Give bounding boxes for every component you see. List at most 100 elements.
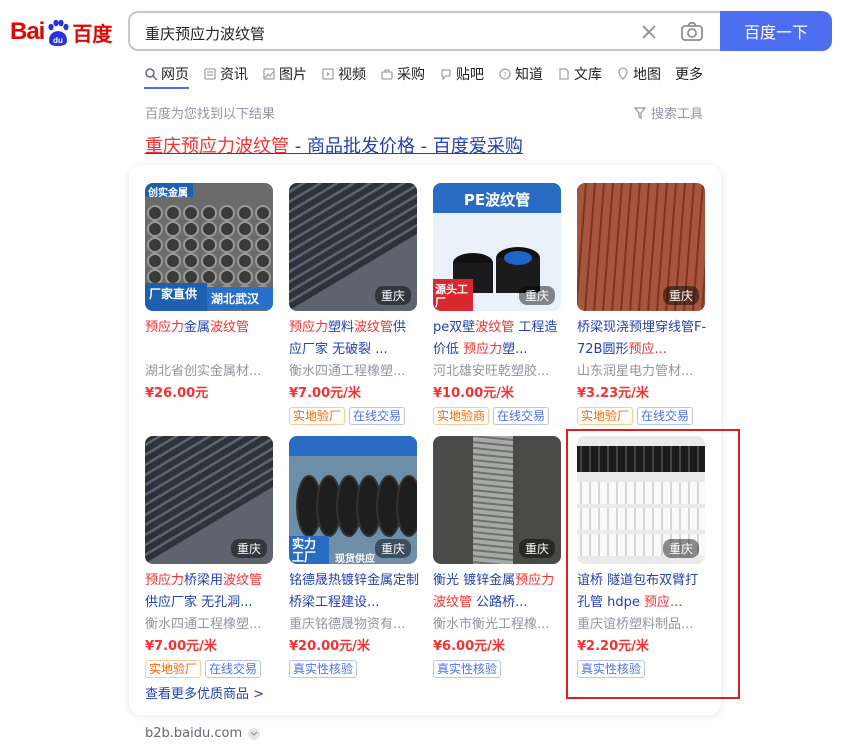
location-badge: 重庆 <box>662 286 699 305</box>
trust-badge[interactable]: 真实性核验 <box>433 660 502 678</box>
result-title-rest: - 商品批发价格 - 百度爱采购 <box>289 136 523 157</box>
trust-badge[interactable]: 真实性核验 <box>289 660 358 678</box>
product-price: ¥3.23元/米 <box>577 386 649 401</box>
trust-badge[interactable]: 实地验厂 <box>145 660 202 678</box>
product-item[interactable]: PE波纹管 源头工厂 重庆 pe双壁波纹管 工程造价低 预应力塑... 河北雄安旺乾塑胶… <box>433 183 563 425</box>
search-button[interactable]: 百度一下 <box>720 11 832 51</box>
product-title-segment: 波纹管 <box>210 320 250 335</box>
badge-row: 实地验商 在线交易 <box>433 407 563 425</box>
search-query[interactable]: 重庆预应力波纹管 <box>145 23 265 44</box>
search-input[interactable]: 重庆预应力波纹管 <box>128 11 720 51</box>
tab-label: 采购 <box>397 67 425 83</box>
logo-text-bai: Bai <box>10 18 45 45</box>
product-title[interactable]: 铭德晟热镀锌金属定制 桥梁工程建设... <box>289 570 419 614</box>
tab-4[interactable]: 采购 <box>380 63 425 85</box>
tab-0[interactable]: 网页 <box>144 63 189 89</box>
trust-badge[interactable]: 实地验厂 <box>577 407 634 425</box>
product-item[interactable]: 实力工厂 现货供应 重庆 铭德晟热镀锌金属定制 桥梁工程建设... 重庆铭德晟物资有..… <box>289 436 419 678</box>
shop-name[interactable]: 衡水四通工程橡塑... <box>289 361 419 383</box>
product-price: ¥7.00元/米 <box>145 639 217 654</box>
product-image[interactable]: PE波纹管 源头工厂 重庆 <box>433 183 561 311</box>
product-image[interactable]: 实力工厂 现货供应 重庆 <box>289 436 417 564</box>
image-overlay-text: 湖北武汉 <box>211 292 260 306</box>
tab-5[interactable]: 贴吧 <box>439 63 484 85</box>
product-item[interactable]: 重庆衡光 镀锌金属预应力波纹管 公路桥... 衡水市衡光工程橡... ¥6.00元/… <box>433 436 563 678</box>
product-title[interactable]: 预应力金属波纹管 <box>145 317 275 361</box>
tab-6[interactable]: ? 知道 <box>498 63 543 85</box>
product-title-segment: 预应力 <box>145 320 185 335</box>
trust-badge[interactable]: 在线交易 <box>493 407 550 425</box>
tab-label: 贴吧 <box>456 67 484 83</box>
more-products-link[interactable]: 查看更多优质商品 > <box>145 683 264 702</box>
product-title-segment: 预应力 <box>463 342 503 357</box>
product-item[interactable]: 重庆预应力塑料波纹管供应厂家 无破裂 ... 衡水四通工程橡塑... ¥7.00元/… <box>289 183 419 425</box>
location-badge: 重庆 <box>518 286 555 305</box>
product-item[interactable]: 创实金属 厂家直供 湖北武汉 预应力金属波纹管 湖北省创实金属材... ¥26.00元 <box>145 183 275 405</box>
product-title-segment: 铭德晟热镀锌金属定制 桥梁工程建设... <box>289 573 419 610</box>
product-price: ¥6.00元/米 <box>433 639 505 654</box>
result-count: 百度为您找到以下结果 <box>145 107 276 122</box>
search-tools-button[interactable]: 搜索工具 <box>634 103 703 122</box>
shop-name[interactable]: 衡水四通工程橡塑... <box>145 614 275 636</box>
badge-row: 真实性核验 <box>289 660 419 678</box>
source-url[interactable]: b2b.baidu.com <box>145 726 242 741</box>
image-overlay-text: PE波纹管 <box>463 191 531 209</box>
badge-row: 实地验厂 在线交易 <box>577 407 707 425</box>
tab-7[interactable]: 文库 <box>557 63 602 85</box>
product-title-segment: pe双壁 <box>433 320 476 335</box>
product-title[interactable]: pe双壁波纹管 工程造价低 预应力塑... <box>433 317 563 361</box>
product-title-segment: 塑... <box>502 342 528 357</box>
camera-icon[interactable] <box>680 21 704 43</box>
image-overlay-text: 实力工厂 <box>292 537 317 564</box>
svg-text:?: ? <box>503 71 507 79</box>
product-title-segment: 桥梁用 <box>184 573 224 588</box>
product-title-segment: 波纹管 <box>475 320 515 335</box>
trust-badge[interactable]: 在线交易 <box>637 407 694 425</box>
product-image[interactable]: 重庆 <box>433 436 561 564</box>
annotation-highlight-box <box>566 429 740 699</box>
shop-name[interactable]: 重庆铭德晟物资有... <box>289 614 419 636</box>
product-title[interactable]: 预应力塑料波纹管供应厂家 无破裂 ... <box>289 317 419 361</box>
search-tabs: 网页 资讯 图片 视频 采购 贴吧 ? 知道 文库 地图 更多 <box>144 63 717 89</box>
trust-badge[interactable]: 实地验厂 <box>289 407 346 425</box>
result-source: b2b.baidu.com <box>145 726 261 741</box>
trust-badge[interactable]: 在线交易 <box>349 407 406 425</box>
tab-8[interactable]: 地图 <box>616 63 661 85</box>
product-image[interactable]: 重庆 <box>289 183 417 311</box>
map-icon <box>616 67 630 81</box>
filter-icon <box>634 106 646 119</box>
tab-3[interactable]: 视频 <box>321 63 366 85</box>
product-image[interactable]: 重庆 <box>577 183 705 311</box>
shop-name[interactable]: 河北雄安旺乾塑胶... <box>433 361 563 383</box>
image-icon <box>262 67 276 81</box>
trust-badge[interactable]: 在线交易 <box>205 660 262 678</box>
tab-1[interactable]: 资讯 <box>203 63 248 85</box>
result-title-link[interactable]: 重庆预应力波纹管 - 商品批发价格 - 百度爱采购 <box>145 132 523 158</box>
location-badge: 重庆 <box>518 539 555 558</box>
trust-badge[interactable]: 实地验商 <box>433 407 490 425</box>
product-item[interactable]: 重庆预应力桥梁用波纹管供应厂家 无孔洞... 衡水四通工程橡塑... ¥7.00元/… <box>145 436 275 678</box>
product-title[interactable]: 桥梁现浇预埋穿线管F-72B圆形预应... <box>577 317 707 361</box>
tab-2[interactable]: 图片 <box>262 63 307 85</box>
product-title[interactable]: 预应力桥梁用波纹管供应厂家 无孔洞... <box>145 570 275 614</box>
product-title[interactable]: 衡光 镀锌金属预应力波纹管 公路桥... <box>433 570 563 614</box>
doc-icon <box>557 67 571 81</box>
shop-name[interactable]: 衡水市衡光工程橡... <box>433 614 563 636</box>
tab-label: 地图 <box>633 67 661 83</box>
close-icon[interactable] <box>638 21 660 43</box>
baidu-logo[interactable]: Bai du 百度 <box>10 14 120 50</box>
product-price: ¥7.00元/米 <box>289 386 361 401</box>
image-overlay-text: 创实金属 <box>148 188 188 199</box>
product-title-segment: 预应力 <box>289 320 329 335</box>
chevron-down-icon[interactable] <box>248 727 261 740</box>
badge-row: 实地验厂 在线交易 <box>145 660 275 678</box>
product-image[interactable]: 重庆 <box>145 436 273 564</box>
image-overlay-text: 现货供应 <box>335 554 375 564</box>
tab-9[interactable]: 更多 <box>675 63 703 85</box>
product-image[interactable]: 创实金属 厂家直供 湖北武汉 <box>145 183 273 311</box>
logo-text-du: du <box>53 36 63 45</box>
product-item[interactable]: 重庆桥梁现浇预埋穿线管F-72B圆形预应... 山东润星电力管材... ¥3.23元… <box>577 183 707 425</box>
shop-name[interactable]: 山东润星电力管材... <box>577 361 707 383</box>
logo-text-cn: 百度 <box>72 21 113 46</box>
shop-name[interactable]: 湖北省创实金属材... <box>145 361 275 383</box>
